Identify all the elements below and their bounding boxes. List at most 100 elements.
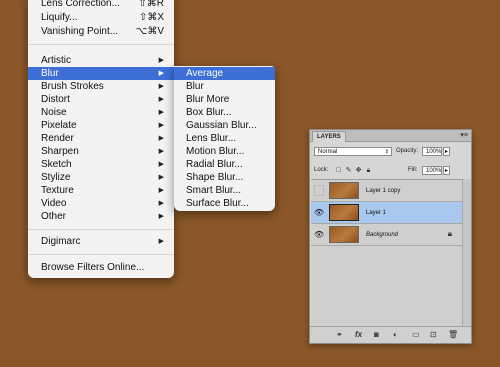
submenu-arrow-icon: ▶ [158, 122, 164, 129]
submenu-item-surface-blur[interactable]: Surface Blur... [174, 197, 275, 210]
fill-dropdown-button[interactable]: ▸ [443, 166, 450, 175]
menu-item-label: Pixelate [41, 120, 77, 131]
submenu-arrow-icon: ▶ [158, 70, 164, 77]
menu-item-vanishing-point[interactable]: Vanishing Point... ⌥⌘V [28, 25, 174, 38]
menu-item-label: Liquify... [41, 12, 78, 23]
menu-item-brush-strokes[interactable]: Brush Strokes ▶ [28, 80, 174, 93]
layer-thumbnail [329, 182, 359, 199]
panel-menu-icon[interactable]: ▾≡ [460, 131, 468, 140]
new-group-icon[interactable]: ▭ [412, 330, 420, 339]
menu-item-video[interactable]: Video ▶ [28, 197, 174, 210]
layer-thumbnail [329, 204, 359, 221]
menu-item-blur[interactable]: Blur ▶ [28, 67, 174, 80]
submenu-arrow-icon: ▶ [158, 148, 164, 155]
layer-mask-icon[interactable]: ◙ [374, 330, 379, 339]
submenu-item-shape-blur[interactable]: Shape Blur... [174, 171, 275, 184]
menu-item-label: Other [41, 211, 67, 222]
submenu-item-gaussian-blur[interactable]: Gaussian Blur... [174, 119, 275, 132]
menu-item-artistic[interactable]: Artistic ▶ [28, 54, 174, 67]
submenu-item-smart-blur[interactable]: Smart Blur... [174, 184, 275, 197]
menu-item-pixelate[interactable]: Pixelate ▶ [28, 119, 174, 132]
submenu-item-box-blur[interactable]: Box Blur... [174, 106, 275, 119]
menu-separator [28, 229, 174, 230]
menu-item-browse-filters-online[interactable]: Browse Filters Online... [28, 261, 174, 274]
adjustment-layer-icon[interactable]: ◐ [393, 330, 398, 339]
menu-item-stylize[interactable]: Stylize ▶ [28, 171, 174, 184]
submenu-arrow-icon: ▶ [158, 200, 164, 207]
menu-item-sharpen[interactable]: Sharpen ▶ [28, 145, 174, 158]
lock-position-icon[interactable]: ✥ [355, 167, 362, 174]
menu-item-other[interactable]: Other ▶ [28, 210, 174, 223]
menu-item-label: Video [41, 198, 67, 209]
eye-icon[interactable]: 👁︎ [314, 230, 324, 240]
layer-name: Layer 1 copy [366, 188, 401, 194]
shortcut-label: ⌥⌘V [135, 26, 164, 37]
submenu-item-blur[interactable]: Blur [174, 80, 275, 93]
layers-panel: LAYERS ▾≡ Normal ⇕ Opacity: 100% ▸ Lock:… [309, 129, 472, 344]
submenu-item-radial-blur[interactable]: Radial Blur... [174, 158, 275, 171]
submenu-item-lens-blur[interactable]: Lens Blur... [174, 132, 275, 145]
menu-item-label: Browse Filters Online... [41, 262, 145, 273]
layer-row-layer-1[interactable]: 👁︎ Layer 1 [311, 202, 462, 224]
lock-icon: 🔒︎ [447, 229, 452, 238]
tab-layers[interactable]: LAYERS [312, 131, 346, 142]
opacity-label: Opacity: [396, 148, 419, 154]
submenu-arrow-icon: ▶ [158, 96, 164, 103]
shortcut-label: ⇧⌘R [138, 0, 164, 9]
menu-item-digimarc[interactable]: Digimarc ▶ [28, 235, 174, 248]
layer-style-icon[interactable]: fx [355, 330, 362, 339]
trash-icon[interactable]: 🗑︎ [448, 330, 458, 339]
lock-image-pixels-icon[interactable]: ✎ [345, 167, 352, 174]
menu-item-label: Blur [41, 68, 59, 79]
submenu-item-blur-more[interactable]: Blur More [174, 93, 275, 106]
visibility-toggle-off[interactable] [314, 185, 324, 196]
blend-mode-select[interactable]: Normal ⇕ [314, 147, 392, 156]
submenu-item-average[interactable]: Average [174, 67, 275, 80]
layer-row-layer-1-copy[interactable]: Layer 1 copy [311, 180, 462, 202]
layer-row-background[interactable]: 👁︎ Background 🔒︎ [311, 224, 462, 246]
eye-icon[interactable]: 👁︎ [314, 208, 324, 218]
new-layer-icon[interactable]: ⊡ [430, 330, 437, 339]
menu-item-label: Brush Strokes [41, 81, 104, 92]
layer-name: Layer 1 [366, 210, 387, 216]
menu-item-distort[interactable]: Distort ▶ [28, 93, 174, 106]
lock-label: Lock: [314, 167, 329, 173]
menu-item-label: Lens Correction... [41, 0, 120, 9]
menu-item-label: Sharpen [41, 146, 79, 157]
filter-menu: Lens Correction... ⇧⌘R Liquify... ⇧⌘X Va… [28, 0, 174, 278]
blend-mode-value: Normal [318, 149, 338, 155]
layers-scrollbar[interactable] [462, 179, 471, 327]
menu-item-label: Texture [41, 185, 74, 196]
submenu-arrow-icon: ▶ [158, 109, 164, 116]
shortcut-label: ⇧⌘X [138, 12, 164, 23]
menu-separator [28, 254, 174, 255]
menu-item-label: Render [41, 133, 74, 144]
panel-tab-bar: LAYERS ▾≡ [310, 130, 471, 142]
lock-transparent-pixels-icon[interactable]: □ [335, 167, 342, 174]
layers-list: Layer 1 copy 👁︎ Layer 1 👁︎ Background 🔒︎ [311, 179, 462, 328]
submenu-item-motion-blur[interactable]: Motion Blur... [174, 145, 275, 158]
submenu-arrow-icon: ▶ [158, 135, 164, 142]
layer-thumbnail [329, 226, 359, 243]
menu-item-noise[interactable]: Noise ▶ [28, 106, 174, 119]
link-layers-icon[interactable]: ⚭ [336, 330, 343, 339]
menu-item-lens-correction[interactable]: Lens Correction... ⇧⌘R [28, 0, 174, 10]
menu-item-texture[interactable]: Texture ▶ [28, 184, 174, 197]
layer-name: Background [366, 232, 399, 238]
menu-item-label: Vanishing Point... [41, 26, 119, 37]
submenu-arrow-icon: ▶ [158, 174, 164, 181]
submenu-arrow-icon: ▶ [158, 57, 164, 64]
menu-item-liquify[interactable]: Liquify... ⇧⌘X [28, 11, 174, 24]
submenu-arrow-icon: ▶ [158, 187, 164, 194]
fill-label: Fill: [408, 167, 418, 173]
menu-item-label: Noise [41, 107, 67, 118]
menu-item-label: Stylize [41, 172, 71, 183]
menu-item-label: Sketch [41, 159, 72, 170]
menu-item-render[interactable]: Render ▶ [28, 132, 174, 145]
fill-input[interactable]: 100% [422, 166, 442, 175]
menu-item-label: Distort [41, 94, 70, 105]
menu-item-sketch[interactable]: Sketch ▶ [28, 158, 174, 171]
lock-all-icon[interactable]: 🔒︎ [365, 167, 372, 174]
opacity-input[interactable]: 100% [422, 147, 442, 156]
opacity-dropdown-button[interactable]: ▸ [443, 147, 450, 156]
